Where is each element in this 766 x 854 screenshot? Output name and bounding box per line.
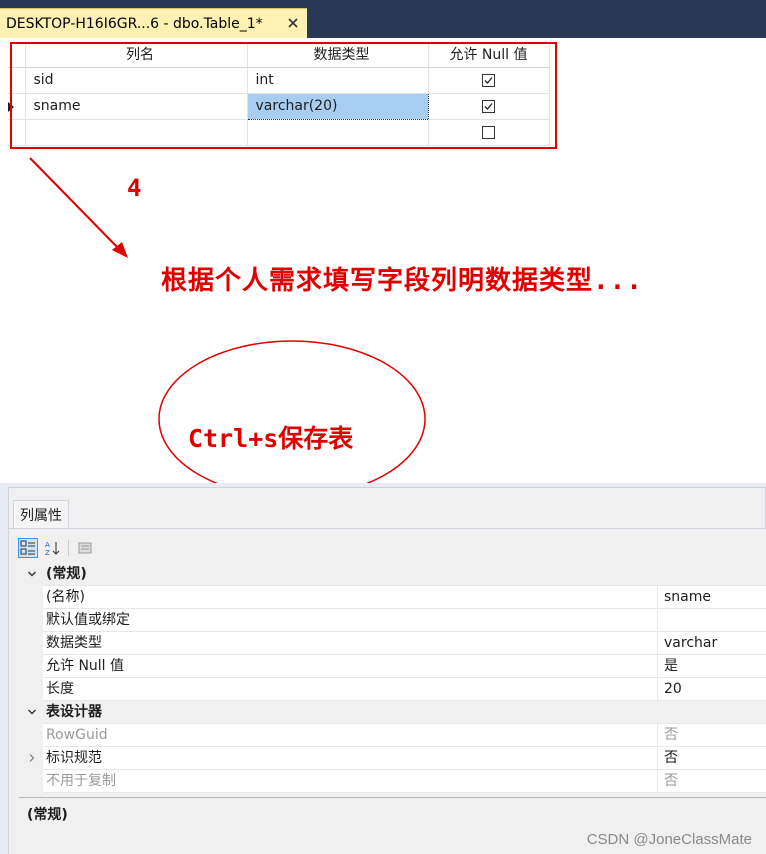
svg-text:A: A xyxy=(45,541,50,549)
allow-null-cell[interactable] xyxy=(428,93,550,120)
document-tab-title: DESKTOP-H16I6GR...6 - dbo.Table_1* xyxy=(6,15,263,32)
property-label: 不用于复制 xyxy=(43,769,658,793)
categorized-view-button[interactable] xyxy=(18,538,38,558)
table-row[interactable]: sname varchar(20) xyxy=(8,92,550,120)
row-gutter xyxy=(21,677,43,701)
column-name-cell[interactable]: sid xyxy=(25,67,248,94)
collapse-chevron-icon[interactable] xyxy=(21,700,43,724)
close-icon[interactable] xyxy=(285,15,301,31)
row-selector-header xyxy=(8,42,26,68)
category-general[interactable]: (常规) xyxy=(21,562,766,586)
row-gutter xyxy=(21,769,43,793)
property-value[interactable] xyxy=(658,609,766,632)
annotation-save: Ctrl+s保存表 xyxy=(188,424,354,453)
property-grid: (常规) (名称) sname 默认值或绑定 数据类型 varchar 允许 N… xyxy=(21,562,766,793)
property-row: RowGuid 否 xyxy=(21,723,766,747)
property-row[interactable]: 数据类型 varchar xyxy=(21,631,766,655)
data-type-cell-active[interactable]: varchar(20) xyxy=(246,92,429,120)
row-gutter xyxy=(21,631,43,655)
allow-null-checkbox[interactable] xyxy=(482,99,495,113)
properties-body: A Z (常规) (名称) sname 默认值或绑定 数据类型 varchar … xyxy=(9,528,766,854)
property-row: 不用于复制 否 xyxy=(21,769,766,793)
property-label: (名称) xyxy=(43,585,658,609)
property-label: 默认值或绑定 xyxy=(43,608,658,632)
category-table-designer[interactable]: 表设计器 xyxy=(21,700,766,724)
collapse-chevron-icon[interactable] xyxy=(21,562,43,586)
categorized-icon xyxy=(20,540,35,555)
properties-toolbar: A Z xyxy=(18,537,95,559)
property-label: 数据类型 xyxy=(43,631,658,655)
row-gutter xyxy=(21,654,43,678)
allow-null-cell[interactable] xyxy=(428,119,550,146)
sort-az-icon: A Z xyxy=(45,541,60,556)
column-properties-panel: 列属性 A Z (常规) (名称) sname 默认值或绑定 数据类型 varc… xyxy=(0,483,766,854)
property-value[interactable]: 20 xyxy=(658,678,766,701)
data-type-cell[interactable]: int xyxy=(247,67,429,94)
toolbar-separator xyxy=(68,540,69,556)
property-pages-button[interactable] xyxy=(75,538,95,558)
row-selector[interactable] xyxy=(8,93,26,120)
allow-null-checkbox[interactable] xyxy=(482,125,495,139)
property-label: 标识规范 xyxy=(43,746,658,770)
property-row[interactable]: 默认值或绑定 xyxy=(21,608,766,632)
property-value[interactable]: 是 xyxy=(658,655,766,678)
property-label: RowGuid xyxy=(43,723,658,747)
document-tab-strip: DESKTOP-H16I6GR...6 - dbo.Table_1* xyxy=(0,0,766,38)
tab-column-properties-label: 列属性 xyxy=(20,507,62,524)
allow-null-cell[interactable] xyxy=(428,67,550,94)
header-data-type: 数据类型 xyxy=(247,42,429,68)
row-selector[interactable] xyxy=(8,119,26,146)
watermark: CSDN @JoneClassMate xyxy=(586,831,752,848)
column-grid: 列名 数据类型 允许 Null 值 sid int sname varchar(… xyxy=(8,42,550,146)
annotation-hint: 根据个人需求填写字段列明数据类型... xyxy=(161,266,643,296)
annotation-step-number: 4 xyxy=(127,174,142,202)
row-selector[interactable] xyxy=(8,67,26,94)
row-gutter xyxy=(21,723,43,747)
grid-header-row: 列名 数据类型 允许 Null 值 xyxy=(8,42,550,68)
property-row[interactable]: 允许 Null 值 是 xyxy=(21,654,766,678)
property-row[interactable]: 长度 20 xyxy=(21,677,766,701)
current-row-pointer-icon xyxy=(8,101,14,112)
property-value: 否 xyxy=(664,726,678,743)
property-pages-icon xyxy=(78,542,92,554)
property-value[interactable]: sname xyxy=(658,586,766,609)
property-row[interactable]: (名称) sname xyxy=(21,585,766,609)
allow-null-checkbox[interactable] xyxy=(482,73,495,87)
property-label: 长度 xyxy=(43,677,658,701)
property-value: 否 xyxy=(664,772,678,789)
category-title: (常规) xyxy=(46,565,87,582)
header-allow-null: 允许 Null 值 xyxy=(428,42,550,68)
row-gutter xyxy=(21,585,43,609)
description-title: (常规) xyxy=(27,807,68,823)
table-row[interactable]: sid int xyxy=(8,67,550,94)
table-row[interactable] xyxy=(8,119,550,146)
property-label: 允许 Null 值 xyxy=(43,654,658,678)
header-column-name: 列名 xyxy=(25,42,248,68)
tab-column-properties[interactable]: 列属性 xyxy=(13,500,69,528)
category-title: 表设计器 xyxy=(46,703,102,720)
data-type-cell[interactable] xyxy=(247,119,429,146)
svg-text:Z: Z xyxy=(45,549,50,556)
column-name-cell[interactable]: sname xyxy=(25,93,248,120)
alphabetical-view-button[interactable]: A Z xyxy=(42,538,62,558)
row-gutter xyxy=(21,608,43,632)
property-row[interactable]: 标识规范 否 xyxy=(21,746,766,770)
expand-chevron-icon[interactable] xyxy=(21,746,43,770)
properties-frame: 列属性 A Z (常规) (名称) sname 默认值或绑定 数据类型 varc… xyxy=(8,487,766,854)
column-name-cell[interactable] xyxy=(25,119,248,146)
property-value[interactable]: varchar xyxy=(658,632,766,655)
property-value[interactable]: 否 xyxy=(658,747,766,770)
document-tab[interactable]: DESKTOP-H16I6GR...6 - dbo.Table_1* xyxy=(0,8,307,38)
